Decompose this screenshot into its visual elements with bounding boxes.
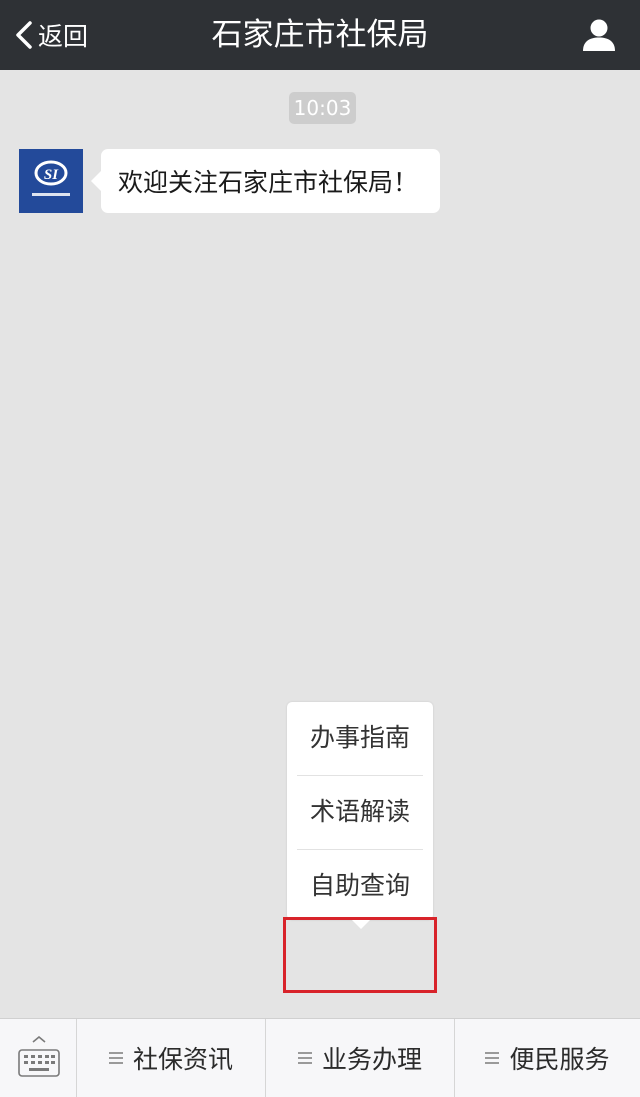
top-nav-bar: 返回 石家庄市社保局 — [0, 0, 640, 70]
menu-tab-label: 业务办理 — [321, 1045, 422, 1074]
keyboard-toggle-button[interactable] — [0, 1019, 77, 1097]
back-label: 返回 — [38, 22, 89, 51]
submenu-item-self-query[interactable]: 自助查询 — [287, 850, 433, 922]
keyboard-icon — [18, 1036, 60, 1077]
menu-lines-icon — [297, 1052, 312, 1064]
back-button[interactable]: 返回 — [14, 0, 88, 70]
chevron-left-icon — [14, 20, 34, 50]
business-submenu: 办事指南 术语解读 自助查询 — [287, 702, 433, 929]
menu-tab-label: 社保资讯 — [132, 1045, 233, 1074]
bottom-menu-bar: 社保资讯 业务办理 便民服务 — [0, 1018, 640, 1097]
wechat-official-account-screen: 返回 石家庄市社保局 10:03 SI 欢迎关注石家庄市社保局！ 办事指南 术语… — [0, 0, 640, 1097]
person-icon — [583, 19, 615, 51]
menu-tab-social-security-news[interactable]: 社保资讯 — [77, 1019, 266, 1097]
account-avatar[interactable]: SI — [19, 149, 83, 213]
profile-button[interactable] — [580, 16, 618, 54]
message-timestamp: 10:03 — [289, 92, 356, 124]
page-title: 石家庄市社保局 — [211, 17, 429, 53]
submenu-item-label: 自助查询 — [309, 871, 410, 900]
submenu-item-terminology[interactable]: 术语解读 — [287, 776, 433, 848]
social-insurance-logo-icon: SI — [19, 149, 83, 213]
menu-lines-icon — [108, 1052, 123, 1064]
menu-tab-label: 便民服务 — [509, 1045, 610, 1074]
submenu-item-label: 术语解读 — [309, 797, 410, 826]
menu-lines-icon — [485, 1052, 500, 1064]
welcome-message-text: 欢迎关注石家庄市社保局！ — [118, 168, 419, 197]
welcome-message-bubble[interactable]: 欢迎关注石家庄市社保局！ — [90, 149, 441, 213]
submenu-item-guide[interactable]: 办事指南 — [287, 702, 433, 774]
menu-tab-business[interactable]: 业务办理 — [266, 1019, 455, 1097]
submenu-item-label: 办事指南 — [309, 723, 410, 752]
menu-tab-public-services[interactable]: 便民服务 — [455, 1019, 640, 1097]
avatar-logo-text: SI — [44, 167, 59, 183]
